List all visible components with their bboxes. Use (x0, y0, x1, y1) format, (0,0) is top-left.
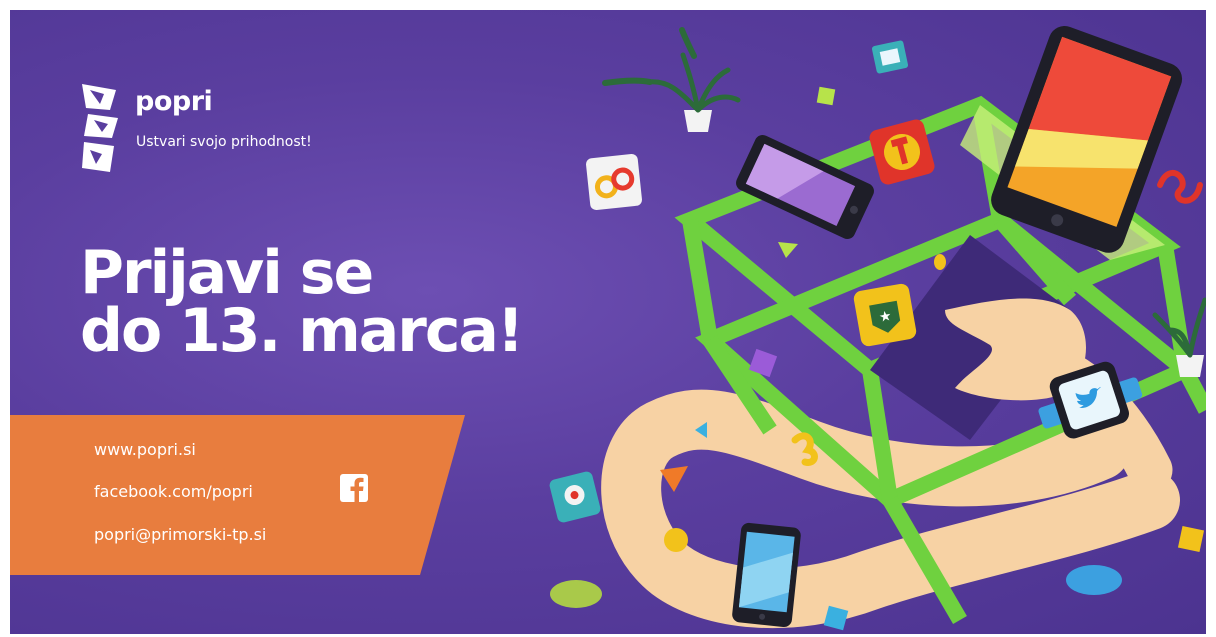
headline-line-2: do 13. marca! (80, 296, 524, 366)
headline: Prijavi se do 13. marca! (80, 238, 524, 366)
smartphone-small (732, 522, 801, 628)
confetti-ribbon (1157, 169, 1203, 204)
confetti-disc (1066, 565, 1122, 595)
poster: ★ popri Ustvari svojo prihodnost! Prijav… (10, 10, 1206, 634)
confetti-cube (1177, 525, 1205, 553)
confetti-dot (934, 254, 946, 270)
email-link[interactable]: popri@primorski-tp.si (94, 525, 266, 544)
headline-line-1: Prijavi se (80, 238, 374, 308)
map-pin-icon (549, 471, 601, 523)
confetti-disc (550, 580, 602, 608)
gears-icon (586, 154, 642, 210)
confetti-triangle (778, 242, 798, 258)
brand-tagline: Ustvari svojo prihodnost! (136, 134, 312, 150)
facebook-icon[interactable] (340, 474, 368, 502)
confetti-cube (816, 86, 836, 106)
leaf (679, 27, 697, 59)
smartphone-large (991, 25, 1183, 253)
website-link[interactable]: www.popri.si (94, 440, 196, 459)
popri-logo (82, 84, 118, 172)
document-icon (871, 40, 909, 74)
confetti-dot (664, 528, 688, 552)
facebook-link[interactable]: facebook.com/popri (94, 482, 253, 501)
confetti-triangle (660, 466, 688, 492)
star-badge-icon: ★ (853, 283, 917, 347)
brand-name: popri (135, 86, 213, 117)
plant-pot-left (645, 52, 741, 132)
leaf (602, 77, 653, 86)
